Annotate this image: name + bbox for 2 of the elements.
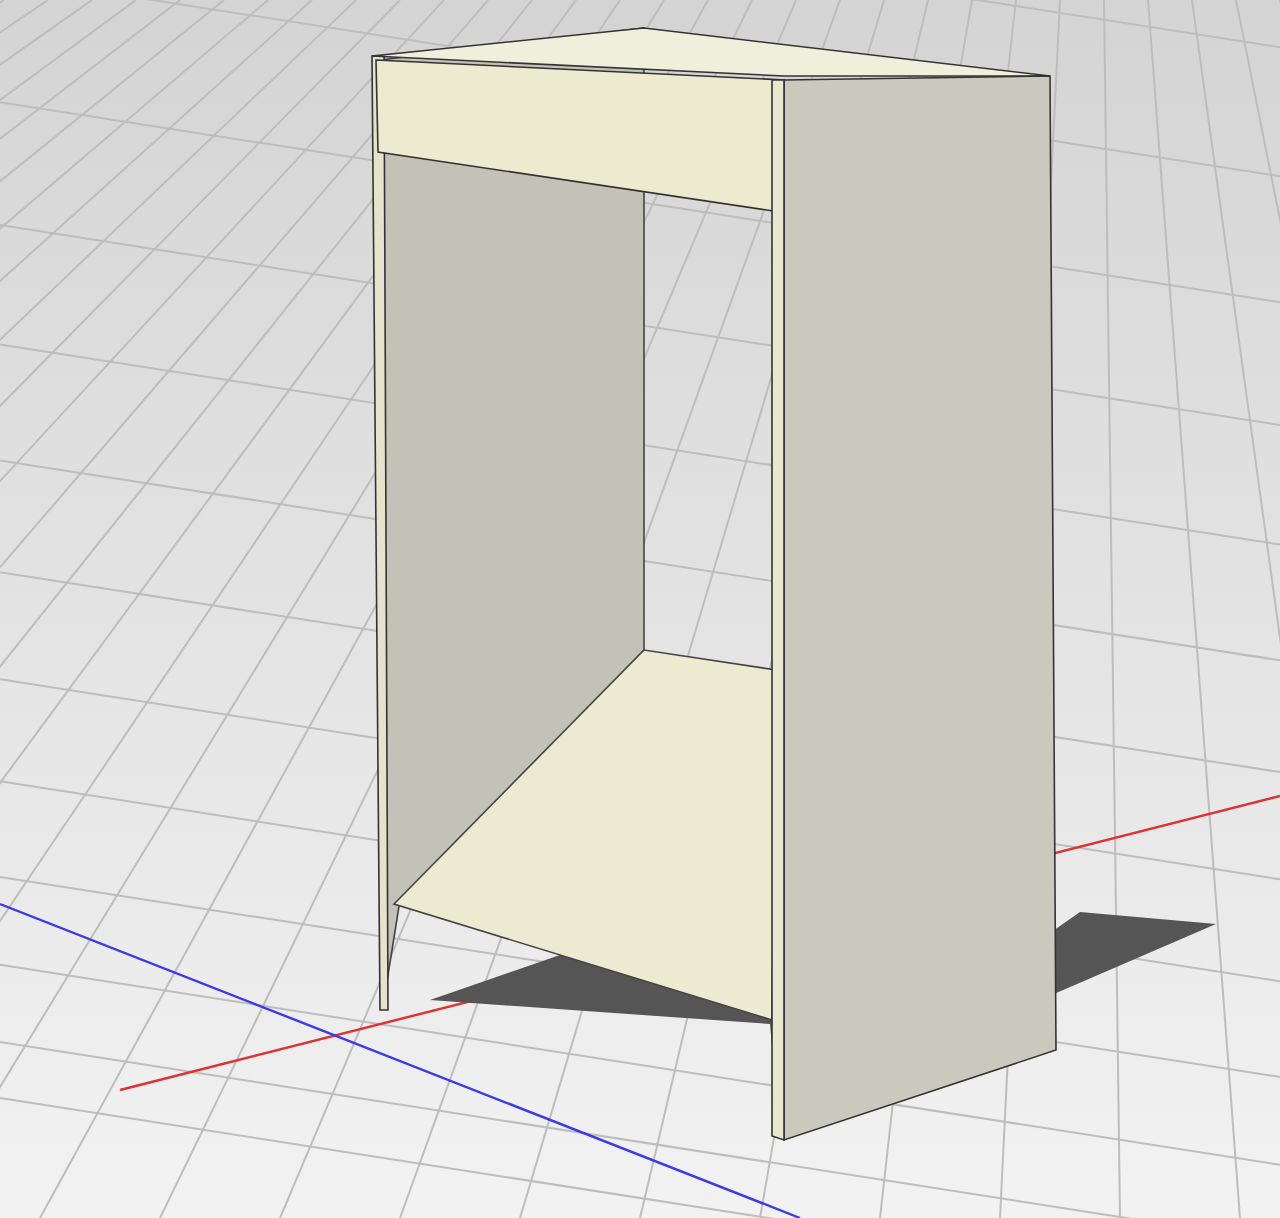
3d-viewport[interactable] — [0, 0, 1280, 1218]
cabinet-drawing[interactable] — [371, 27, 1216, 1142]
